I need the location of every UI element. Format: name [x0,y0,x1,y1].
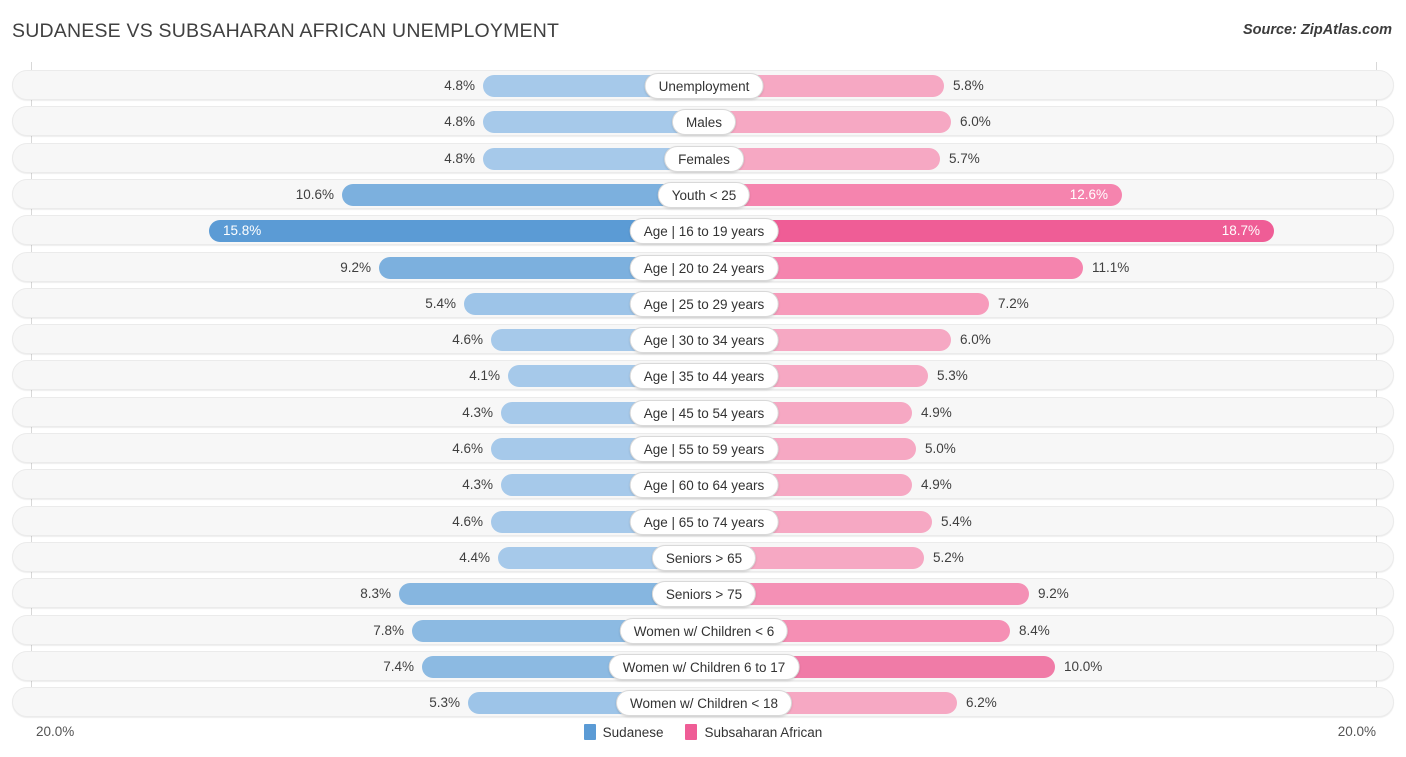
table-row: 7.4% 10.0% Women w/ Children 6 to 17 [12,650,1394,681]
value-label-sudanese: 4.6% [452,513,483,529]
legend-item: Subsaharan African [685,724,822,740]
value-label-subsaharan-african: 4.9% [921,404,952,420]
value-label-sudanese: 7.4% [383,658,414,674]
value-label-sudanese: 4.1% [469,368,500,384]
value-label-subsaharan-african: 5.8% [953,78,984,93]
category-label-pill: Women w/ Children < 6 [619,617,789,644]
value-label-subsaharan-african: 5.0% [925,441,956,456]
category-label-pill: Age | 30 to 34 years [629,327,779,354]
category-label-pill: Age | 20 to 24 years [629,254,779,281]
table-row: 4.8% 6.0% Males [12,106,1394,137]
category-label-pill: Age | 60 to 64 years [629,472,779,499]
value-label-subsaharan-african: 6.2% [966,695,997,711]
value-label-subsaharan-african: 10.0% [1064,658,1103,674]
table-row: 5.3% 6.2% Women w/ Children < 18 [12,687,1394,718]
chart-legend: Sudanese Subsaharan African [0,724,1406,740]
value-label-subsaharan-african: 6.0% [960,332,991,348]
value-label-subsaharan-african: 12.6% [1069,186,1108,202]
table-row: 10.6% 12.6% Youth < 25 [12,178,1394,209]
category-label-pill: Age | 16 to 19 years [629,218,779,245]
value-label-sudanese: 9.2% [340,259,371,275]
value-label-sudanese: 5.4% [425,295,456,311]
table-row: 15.8% 18.7% Age | 16 to 19 years [12,215,1394,246]
table-row: 4.6% 6.0% Age | 30 to 34 years [12,324,1394,355]
value-label-subsaharan-african: 11.1% [1092,259,1130,275]
legend-item: Sudanese [583,724,664,740]
value-label-sudanese: 4.8% [444,114,475,130]
category-label-pill: Women w/ Children < 18 [616,690,792,717]
value-label-sudanese: 4.8% [444,78,475,93]
value-label-subsaharan-african: 6.0% [960,114,991,130]
value-label-sudanese: 4.6% [452,441,483,456]
value-label-sudanese: 4.6% [452,332,483,348]
value-label-subsaharan-african: 5.2% [933,549,964,565]
value-label-sudanese: 4.8% [444,150,475,166]
table-row: 9.2% 11.1% Age | 20 to 24 years [12,251,1394,282]
category-label-pill: Youth < 25 [657,181,751,208]
value-label-subsaharan-african: 4.9% [921,477,952,493]
diverging-bar-chart: 4.8% 5.8% Unemployment 4.8% 6.0% Males 4.8% 5.7… [0,62,1406,718]
value-label-subsaharan-african: 5.3% [937,368,968,384]
value-label-subsaharan-african: 5.7% [949,150,980,166]
value-label-sudanese: 10.6% [295,186,334,202]
source-attribution: Source: ZipAtlas.com [1242,22,1392,38]
category-label-pill: Women w/ Children 6 to 17 [608,653,800,680]
value-label-sudanese: 4.3% [462,404,493,420]
value-label-sudanese: 7.8% [373,622,404,638]
category-label-pill: Unemployment [644,73,764,99]
bar-sudanese [342,183,704,206]
value-label-sudanese: 8.3% [360,586,391,602]
category-label-pill: Females [664,145,744,172]
bar-subsaharan-african [704,183,1122,206]
value-label-sudanese: 15.8% [223,223,262,239]
legend-swatch-icon [583,724,596,740]
legend-swatch-icon [685,724,698,740]
category-label-pill: Age | 45 to 54 years [629,399,779,426]
page-title: SUDANESE VS SUBSAHARAN AFRICAN UNEMPLOYM… [12,20,560,42]
table-row: 4.3% 4.9% Age | 45 to 54 years [12,396,1394,427]
table-row: 4.6% 5.4% Age | 65 to 74 years [12,505,1394,536]
table-row: 4.4% 5.2% Seniors > 65 [12,541,1394,572]
table-row: 4.3% 4.9% Age | 60 to 64 years [12,469,1394,500]
bar-subsaharan-african [704,111,951,134]
value-label-subsaharan-african: 7.2% [998,295,1029,311]
value-label-subsaharan-african: 18.7% [1221,223,1260,239]
table-row: 4.1% 5.3% Age | 35 to 44 years [12,360,1394,391]
value-label-subsaharan-african: 9.2% [1038,586,1069,602]
category-label-pill: Seniors > 65 [651,544,757,571]
table-row: 4.6% 5.0% Age | 55 to 59 years [12,433,1394,463]
chart-header: SUDANESE VS SUBSAHARAN AFRICAN UNEMPLOYM… [0,0,1406,60]
category-label-pill: Age | 65 to 74 years [629,508,779,535]
category-label-pill: Seniors > 75 [651,581,757,608]
legend-label: Subsaharan African [704,724,823,740]
value-label-sudanese: 4.3% [462,477,493,493]
category-label-pill: Age | 55 to 59 years [629,436,779,462]
category-label-pill: Age | 35 to 44 years [629,363,779,390]
table-row: 4.8% 5.7% Females [12,142,1394,173]
category-label-pill: Males [671,109,737,136]
bar-sudanese [483,111,704,134]
table-row: 7.8% 8.4% Women w/ Children < 6 [12,614,1394,645]
category-label-pill: Age | 25 to 29 years [629,290,779,317]
value-label-sudanese: 5.3% [429,695,460,711]
table-row: 5.4% 7.2% Age | 25 to 29 years [12,287,1394,318]
table-row: 8.3% 9.2% Seniors > 75 [12,578,1394,609]
value-label-subsaharan-african: 5.4% [941,513,972,529]
legend-label: Sudanese [602,724,664,740]
table-row: 4.8% 5.8% Unemployment [12,70,1394,100]
chart-footer: 20.0% 20.0% Sudanese Subsaharan African [0,716,1406,757]
bar-subsaharan-african [704,220,1274,243]
value-label-subsaharan-african: 8.4% [1019,622,1050,638]
value-label-sudanese: 4.4% [459,549,490,565]
